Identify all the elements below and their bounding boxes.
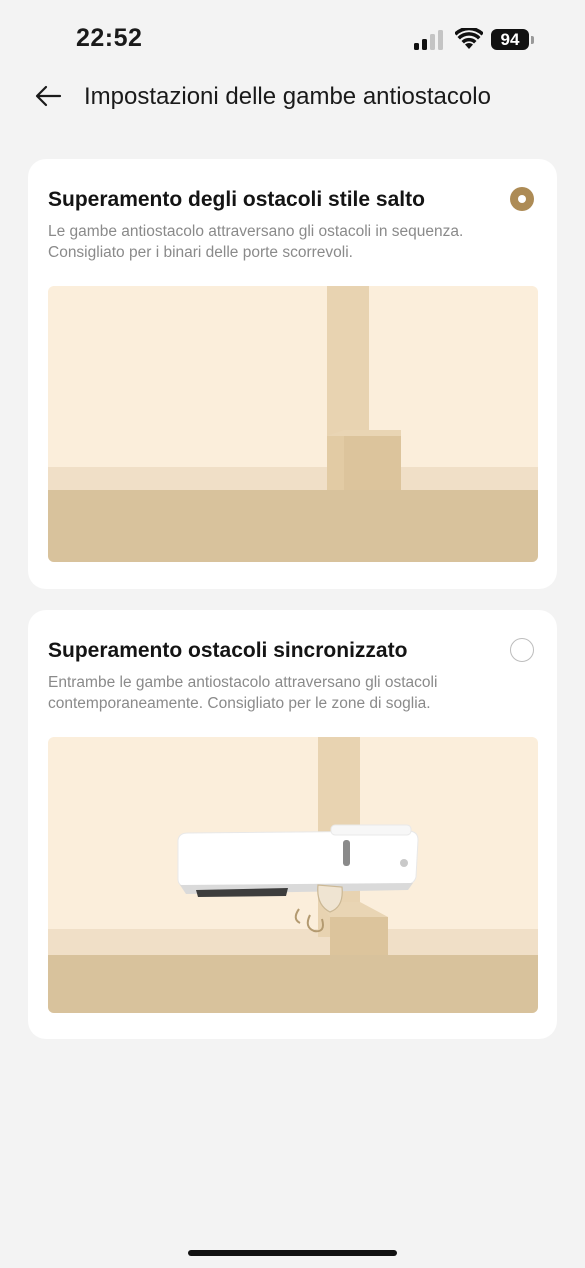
option-card-jump[interactable]: Superamento degli ostacoli stile salto L… — [28, 159, 557, 589]
wifi-icon — [455, 28, 483, 49]
status-bar: 22:52 94 — [0, 0, 585, 80]
signal-icon — [414, 30, 443, 50]
synchronized-illustration — [48, 737, 538, 1013]
battery-icon: 94 — [491, 29, 535, 51]
home-indicator[interactable] — [188, 1250, 397, 1256]
option-title: Superamento degli ostacoli stile salto — [48, 188, 425, 211]
option-description: Le gambe antiostacolo attraversano gli o… — [48, 223, 464, 261]
header: Impostazioni delle gambe antiostacolo — [0, 76, 585, 120]
radio-button-unselected[interactable] — [510, 638, 534, 662]
arrow-left-icon[interactable] — [33, 82, 65, 110]
page-title: Impostazioni delle gambe antiostacolo — [84, 83, 491, 110]
radio-button-selected[interactable] — [510, 187, 534, 211]
battery-tip — [531, 36, 534, 44]
option-description: Entrambe le gambe antiostacolo attravers… — [48, 674, 438, 712]
option-card-synchronized[interactable]: Superamento ostacoli sincronizzato Entra… — [28, 610, 557, 1039]
status-time: 22:52 — [76, 24, 143, 52]
option-title: Superamento ostacoli sincronizzato — [48, 639, 408, 662]
battery-level: 94 — [491, 29, 529, 50]
jump-style-illustration — [48, 286, 538, 562]
